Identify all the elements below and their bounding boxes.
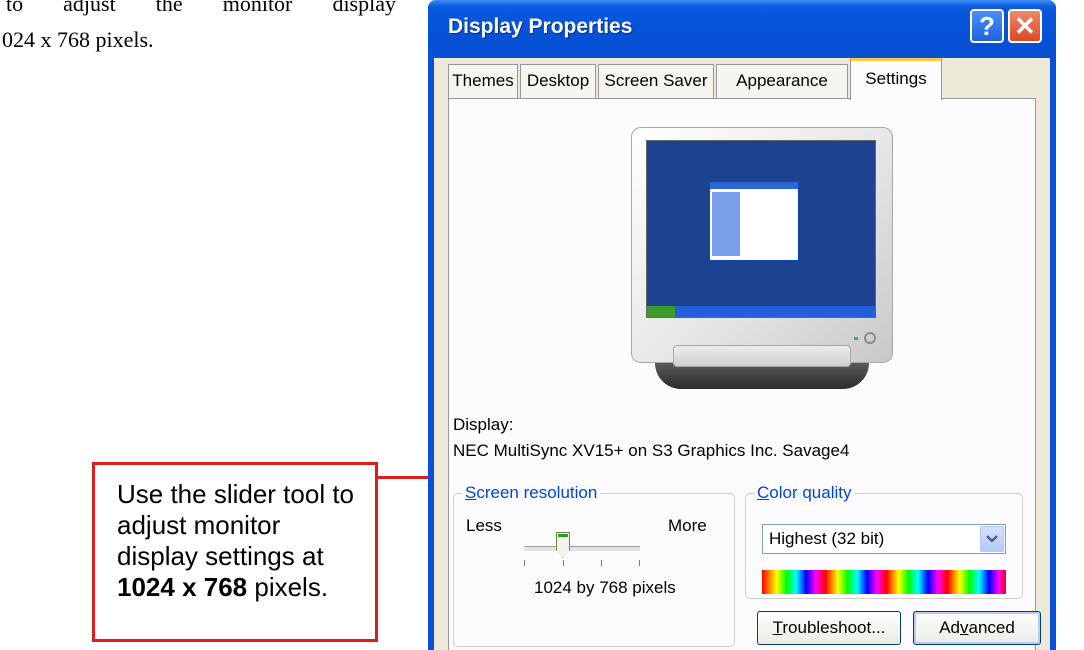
monitor-preview [631,127,893,363]
tab-screen-saver[interactable]: Screen Saver [598,64,714,98]
close-button[interactable]: ✕ [1008,9,1042,43]
callout-text-after: pixels. [247,572,329,602]
tab-label: Appearance [736,71,828,90]
monitor-stand [673,345,851,367]
troubleshoot-mnemonic: T [772,618,783,637]
advanced-button[interactable]: Advanced [913,611,1041,645]
help-icon: ? [979,11,995,41]
slider-thumb-grip [558,534,568,537]
troubleshoot-button[interactable]: Troubleshoot... [757,611,901,645]
less-label: Less [466,516,502,535]
more-label: More [668,516,707,535]
callout-text-bold: 1024 x 768 [117,572,248,602]
window-client: Themes Desktop Screen Saver Appearance S… [434,58,1050,650]
color-quality-selected: Highest (32 bit) [769,529,885,548]
slider-tick [563,560,564,566]
tab-settings[interactable]: Settings [850,58,942,100]
title-bar[interactable]: Display Properties ? ✕ [428,0,1056,58]
preview-window [709,181,799,261]
color-quality-group: Color quality Highest (32 bit) [745,483,1023,599]
annotation-callout: Use the slider tool to adjust monitor di… [92,462,378,642]
display-label: Display: [453,415,514,434]
tab-appearance[interactable]: Appearance [716,64,848,98]
screen-resolution-mnemonic: S [465,483,477,502]
color-quality-mnemonic: C [757,483,770,502]
chevron-down-icon [986,535,998,543]
callout-text-before: Use the slider tool to adjust monitor di… [117,479,355,571]
resolution-slider-track[interactable] [524,546,640,552]
monitor-led [854,337,858,340]
power-icon [864,332,876,344]
color-quality-title-rest: olor quality [769,483,852,502]
monitor-screen [646,140,876,318]
dropdown-button[interactable] [980,526,1004,552]
advanced-label-start: Ad [939,618,960,637]
doc-line-2: 024 x 768 pixels. [2,27,154,52]
document-text: to adjust the monitor display 024 x 768 … [0,0,396,58]
advanced-label-end: anced [968,618,1015,637]
screen-resolution-title-rest: creen resolution [476,483,598,502]
settings-panel: Display: NEC MultiSync XV15+ on S3 Graph… [448,98,1041,650]
doc-line-1-text: to adjust the monitor display [6,0,396,16]
screen-resolution-group: Screen resolution Less More 1024 by 768 … [453,483,735,647]
preview-taskbar [647,306,875,317]
color-quality-select[interactable]: Highest (32 bit) [762,524,1006,554]
preview-start-button [647,306,675,317]
slider-tick [524,560,525,566]
tab-label: Settings [865,69,927,88]
tab-desktop[interactable]: Desktop [520,64,596,98]
color-quality-title: Color quality [754,483,855,503]
help-button[interactable]: ? [970,9,1004,43]
screen-resolution-title: Screen resolution [462,483,601,503]
preview-window-sidebar [712,192,740,256]
display-value: NEC MultiSync XV15+ on S3 Graphics Inc. … [453,441,850,460]
window-title: Display Properties [448,15,633,38]
tab-label: Screen Saver [604,71,708,90]
color-spectrum-preview [762,570,1006,594]
preview-window-titlebar [710,182,798,189]
resolution-value: 1024 by 768 pixels [534,578,676,597]
display-properties-window: Display Properties ? ✕ Themes Desktop Sc… [428,0,1056,650]
tab-themes[interactable]: Themes [448,64,518,98]
troubleshoot-label: roubleshoot... [782,618,886,637]
close-icon: ✕ [1014,11,1036,41]
doc-line-1: to adjust the monitor display [0,0,396,22]
slider-tick [601,560,602,566]
slider-tick [639,560,640,566]
tab-label: Themes [452,71,514,90]
tab-label: Desktop [526,71,590,90]
